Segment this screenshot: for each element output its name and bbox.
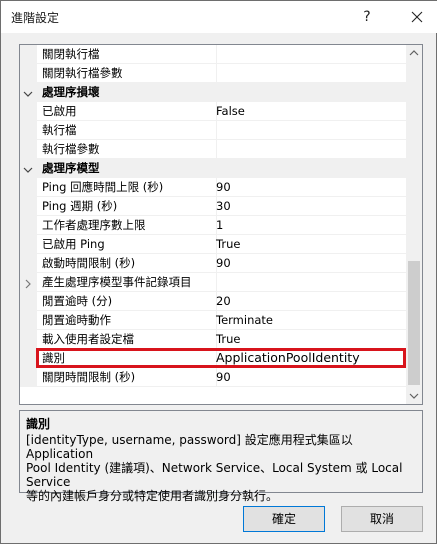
scroll-down-icon[interactable] xyxy=(406,387,422,404)
property-row[interactable]: 執行檔參數 xyxy=(20,140,410,159)
property-row[interactable]: 關閉執行檔參數 xyxy=(20,64,410,83)
row-gutter xyxy=(20,140,37,159)
property-name: 識別 xyxy=(37,349,217,368)
property-name: 執行檔參數 xyxy=(37,140,217,159)
description-line: Pool Identity (建議項)、Network Service、Loca… xyxy=(26,461,403,489)
title-bar: 進階設定 ? xyxy=(1,1,438,33)
chevron-right-icon[interactable] xyxy=(23,278,33,289)
category-label: 處理序損壞 xyxy=(37,83,406,102)
property-value[interactable] xyxy=(212,140,410,159)
property-row[interactable]: Ping 回應時間上限 (秒) 90 xyxy=(20,178,410,197)
property-value[interactable]: True xyxy=(212,330,410,349)
property-value[interactable] xyxy=(212,121,410,140)
property-name: 工作者處理序數上限 xyxy=(37,216,217,235)
property-row[interactable]: 已啟用 Ping True xyxy=(20,235,410,254)
row-gutter xyxy=(20,102,37,121)
property-name: 關閉執行檔 xyxy=(37,45,217,64)
property-row[interactable]: 已啟用 False xyxy=(20,102,410,121)
property-row[interactable]: 產生處理序模型事件記錄項目 xyxy=(20,273,410,292)
property-row[interactable]: 閒置逾時動作 Terminate xyxy=(20,311,410,330)
category-label: 處理序模型 xyxy=(37,159,406,178)
property-name: Ping 回應時間上限 (秒) xyxy=(37,178,217,197)
row-gutter xyxy=(20,349,37,368)
row-gutter xyxy=(20,254,37,273)
description-line: 等的內建帳戶身分或特定使用者識別身分執行。 xyxy=(26,489,279,503)
property-value[interactable]: 90 xyxy=(212,254,410,273)
ok-button[interactable]: 確定 xyxy=(243,506,325,532)
property-name: Ping 週期 (秒) xyxy=(37,197,217,216)
row-gutter xyxy=(20,368,37,387)
property-value[interactable] xyxy=(212,45,410,64)
property-value[interactable]: False xyxy=(212,102,410,121)
property-row[interactable]: 識別 ApplicationPoolIdentity xyxy=(20,349,410,368)
property-value[interactable]: ApplicationPoolIdentity xyxy=(212,349,410,368)
property-row[interactable]: 關閉執行檔 xyxy=(20,45,410,64)
property-name: 關閉執行檔參數 xyxy=(37,64,217,83)
close-icon[interactable] xyxy=(403,4,431,30)
category-row[interactable]: 處理序損壞 xyxy=(20,83,406,102)
chevron-down-icon[interactable] xyxy=(23,164,33,174)
property-name: 載入使用者設定檔 xyxy=(37,330,217,349)
property-grid: 關閉執行檔 關閉執行檔參數 處理序損壞 已啟用 False 執行檔 執行檔參數 處理序模型 Pi… xyxy=(19,44,423,405)
property-name: 閒置逾時 (分) xyxy=(37,292,217,311)
row-gutter xyxy=(20,121,37,140)
property-value[interactable] xyxy=(212,273,410,292)
property-name: 已啟用 Ping xyxy=(37,235,217,254)
row-gutter xyxy=(20,216,37,235)
scroll-up-icon[interactable] xyxy=(406,45,422,62)
property-value[interactable]: True xyxy=(212,235,410,254)
property-row[interactable]: 載入使用者設定檔 True xyxy=(20,330,410,349)
row-gutter xyxy=(20,197,37,216)
property-row[interactable]: Ping 週期 (秒) 30 xyxy=(20,197,410,216)
row-gutter xyxy=(20,178,37,197)
row-gutter xyxy=(20,235,37,254)
property-name: 執行檔 xyxy=(37,121,217,140)
row-gutter xyxy=(20,330,37,349)
property-name: 關閉時間限制 (秒) xyxy=(37,368,217,387)
property-value[interactable]: Terminate xyxy=(212,311,410,330)
chevron-down-icon[interactable] xyxy=(23,88,33,98)
property-value[interactable]: 30 xyxy=(212,197,410,216)
property-value[interactable] xyxy=(212,64,410,83)
description-text: [identityType, username, password] 設定應用程… xyxy=(26,433,418,503)
property-value[interactable]: 1 xyxy=(212,216,410,235)
property-row[interactable]: 閒置逾時 (分) 20 xyxy=(20,292,410,311)
row-gutter xyxy=(20,45,37,64)
property-value[interactable]: 90 xyxy=(212,368,410,387)
category-row[interactable]: 處理序模型 xyxy=(20,159,406,178)
property-row[interactable]: 執行檔 xyxy=(20,121,410,140)
dialog-title: 進階設定 xyxy=(11,11,60,25)
row-gutter xyxy=(20,64,37,83)
property-name: 啟動時間限制 (秒) xyxy=(37,254,217,273)
property-row[interactable]: 關閉時間限制 (秒) 90 xyxy=(20,368,410,387)
row-gutter xyxy=(20,311,37,330)
help-button[interactable]: ? xyxy=(353,4,381,30)
advanced-settings-dialog: 進階設定 ? 關閉執行檔 關閉執行檔參數 處理序損壞 已啟用 False 執行檔 執行檔參數… xyxy=(0,0,438,544)
property-row[interactable]: 工作者處理序數上限 1 xyxy=(20,216,410,235)
description-line: [identityType, username, password] 設定應用程… xyxy=(26,433,353,461)
scroll-thumb[interactable] xyxy=(408,261,420,385)
property-value[interactable]: 20 xyxy=(212,292,410,311)
row-gutter xyxy=(20,292,37,311)
property-row[interactable]: 啟動時間限制 (秒) 90 xyxy=(20,254,410,273)
property-name: 已啟用 xyxy=(37,102,217,121)
description-panel: 識別 [identityType, username, password] 設定… xyxy=(19,410,423,503)
vertical-scrollbar[interactable] xyxy=(406,45,422,404)
cancel-button[interactable]: 取消 xyxy=(341,506,423,532)
property-name: 產生處理序模型事件記錄項目 xyxy=(37,273,217,292)
property-value[interactable]: 90 xyxy=(212,178,410,197)
description-title: 識別 xyxy=(26,417,51,431)
property-name: 閒置逾時動作 xyxy=(37,311,217,330)
